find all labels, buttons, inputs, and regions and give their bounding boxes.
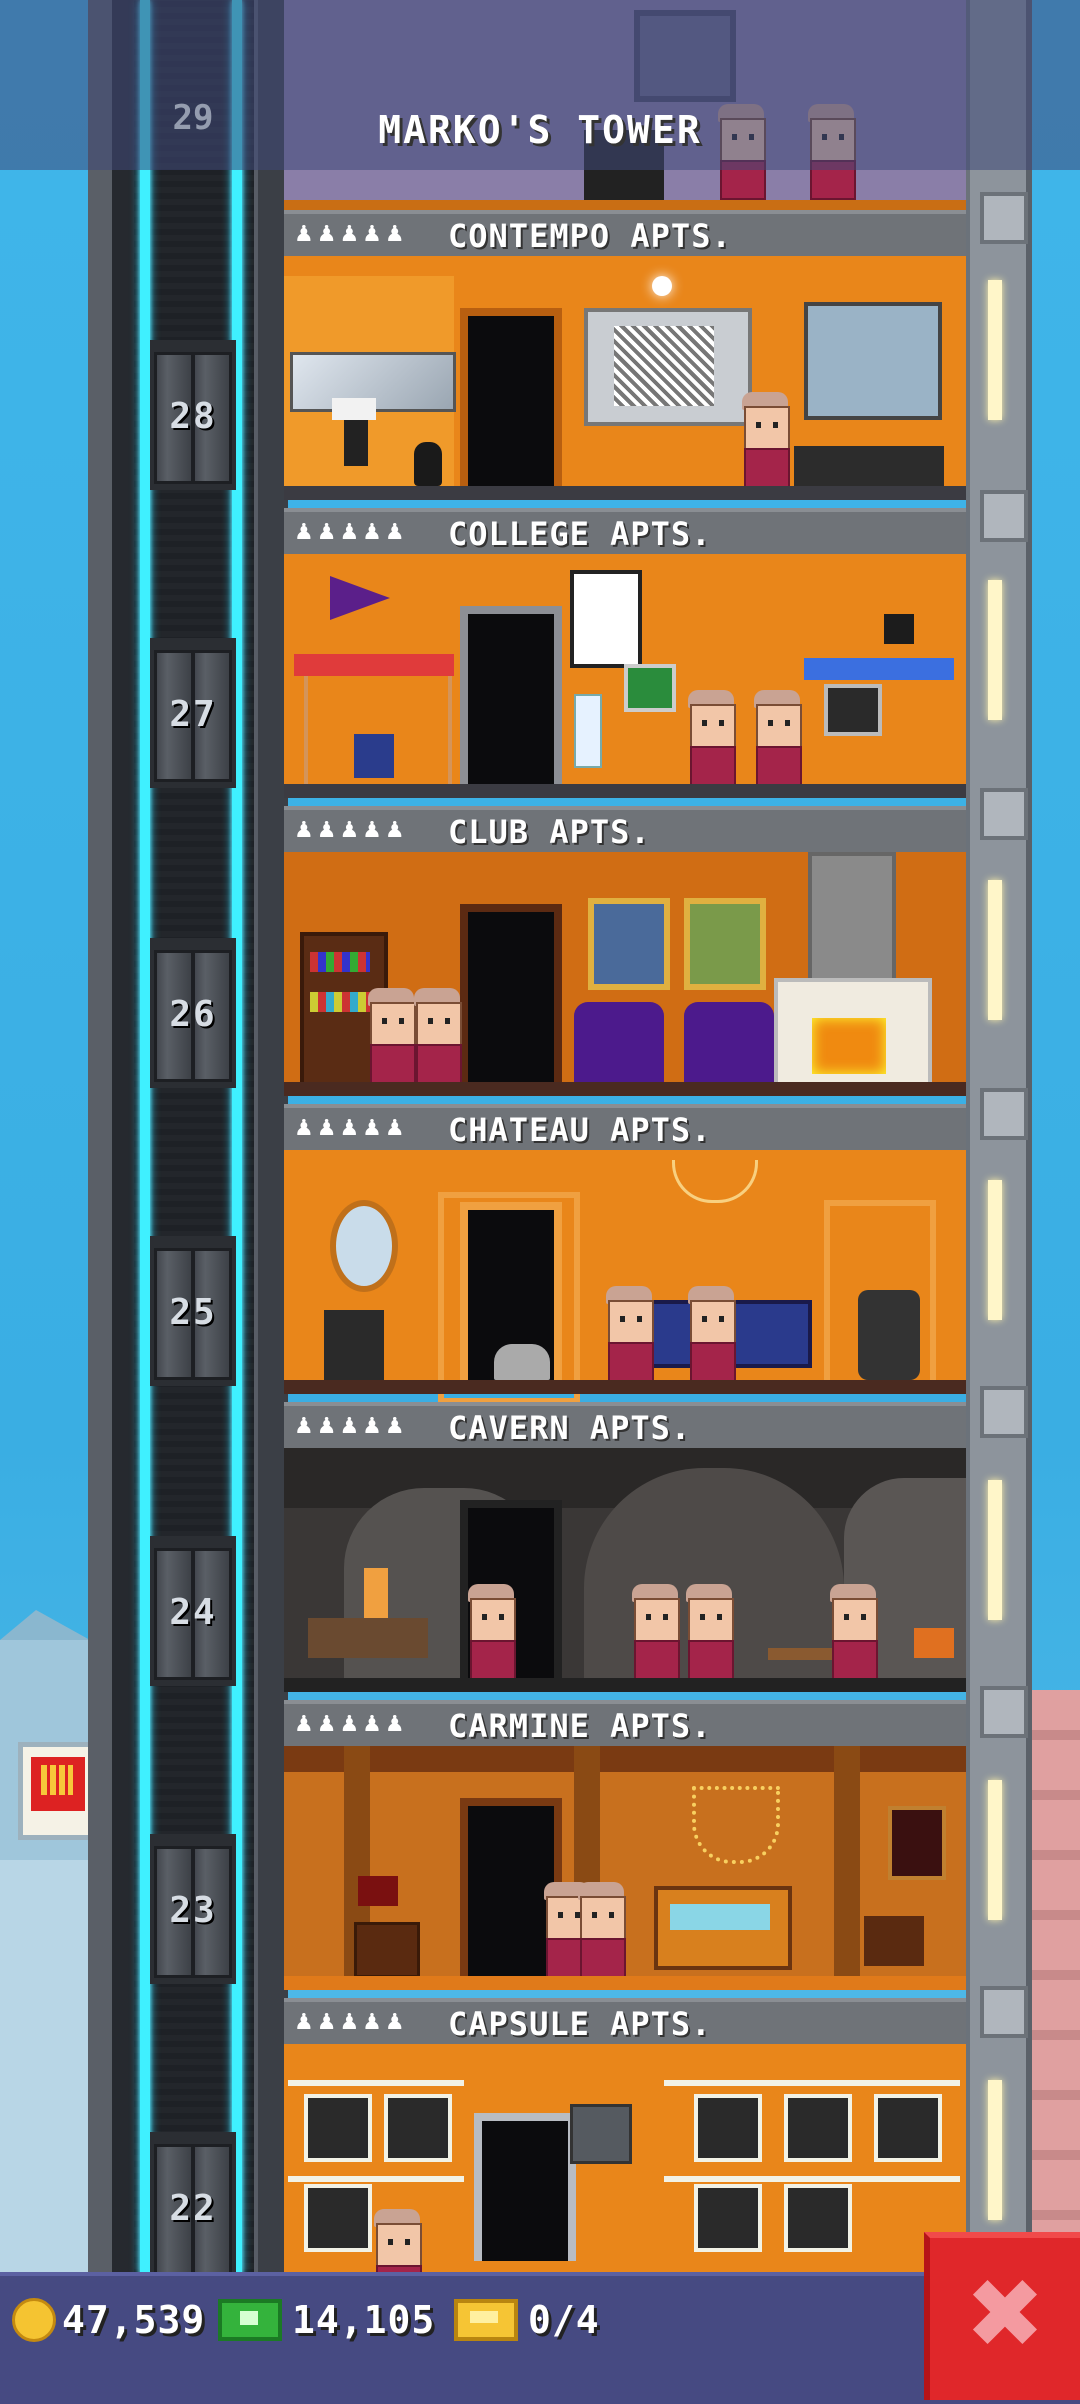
floor-number-22: 22 [169,2188,217,2229]
room-chateau[interactable] [284,1150,966,1404]
apartment-door[interactable] [460,606,562,784]
room-contempo[interactable] [284,256,966,500]
floor-number-27: 27 [169,694,217,735]
room-capsule[interactable] [284,2044,966,2305]
floor-college-apts[interactable]: ♟♟♟♟♟ COLLEGE APTS. [284,508,966,808]
tower-outer-wall [88,0,112,2275]
floor-name: CHATEAU APTS. [448,1111,712,1149]
wall-bracket [980,788,1028,840]
floor-sign: ♟♟♟♟♟ COLLEGE APTS. [284,508,966,558]
floor-number-24: 24 [169,1592,217,1633]
residents-icons: ♟♟♟♟♟ [294,222,408,247]
residents-icons: ♟♟♟♟♟ [294,2010,408,2035]
wall-bracket [980,192,1028,244]
floor-cavern-apts[interactable]: ♟♟♟♟♟ CAVERN APTS. [284,1402,966,1702]
tower-title: MARKO'S TOWER [378,108,702,152]
apartment-door[interactable] [474,2113,576,2261]
floor-contempo-apts[interactable]: ♟♟♟♟♟ CONTEMPO APTS. [284,210,966,510]
apartment-door[interactable] [460,308,562,486]
coins-value: 47,539 [62,2298,206,2342]
wall-bracket [980,1686,1028,1738]
tower-bux-value: 14,105 [292,2298,436,2342]
floor-sign: ♟♟♟♟♟ CARMINE APTS. [284,1700,966,1750]
ticket-icon [454,2299,518,2341]
coins-counter[interactable]: 47,539 [12,2292,205,2348]
tickets-counter[interactable]: 0/4 [454,2292,600,2348]
tickets-value: 0/4 [528,2298,600,2342]
wall-bracket [980,1088,1028,1140]
wall-bracket [980,1386,1028,1438]
room-cavern[interactable] [284,1448,966,1692]
floor-number-26: 26 [169,994,217,1035]
floor-sign: ♟♟♟♟♟ CAPSULE APTS. [284,1998,966,2048]
room-college[interactable] [284,554,966,798]
floor-sign: ♟♟♟♟♟ CHATEAU APTS. [284,1104,966,1154]
residents-icons: ♟♟♟♟♟ [294,1414,408,1439]
wall-bracket [980,1986,1028,2038]
room-club[interactable] [284,852,966,1096]
floor-capsule-apts[interactable]: ♟♟♟♟♟ CAPSULE APTS. [284,1998,966,2305]
tower-bux-icon [218,2299,282,2341]
floor-carmine-apts[interactable]: ♟♟♟♟♟ CARMINE APTS. [284,1700,966,2000]
elevator-cable-left [140,0,150,2275]
room-carmine[interactable] [284,1746,966,1990]
floor-club-apts[interactable]: ♟♟♟♟♟ CLUB APTS. [284,806,966,1106]
floor-name: CAVERN APTS. [448,1409,692,1447]
floor-name: CLUB APTS. [448,813,651,851]
wall-bracket [980,490,1028,542]
residents-icons: ♟♟♟♟♟ [294,1116,408,1141]
shaft-divider [254,0,288,2275]
tower-bux-counter[interactable]: 14,105 [218,2292,435,2348]
fries-billboard [18,1742,98,1840]
floor-number-25: 25 [169,1292,217,1333]
floor-name: CAPSULE APTS. [448,2005,712,2043]
close-button[interactable]: ✖ [924,2232,1080,2400]
floor-chateau-apts[interactable]: ♟♟♟♟♟ CHATEAU APTS. [284,1104,966,1404]
floor-name: CONTEMPO APTS. [448,217,732,255]
close-icon: ✖ [964,2258,1046,2370]
floor-sign: ♟♟♟♟♟ CONTEMPO APTS. [284,210,966,260]
background-building-left-lower [0,1860,90,2300]
floor-number-23: 23 [169,1890,217,1931]
residents-icons: ♟♟♟♟♟ [294,1712,408,1737]
floor-name: CARMINE APTS. [448,1707,712,1745]
floor-sign: ♟♟♟♟♟ CLUB APTS. [284,806,966,856]
residents-icons: ♟♟♟♟♟ [294,818,408,843]
floor-name: COLLEGE APTS. [448,515,712,553]
residents-icons: ♟♟♟♟♟ [294,520,408,545]
apartment-door[interactable] [460,904,562,1082]
floor-sign: ♟♟♟♟♟ CAVERN APTS. [284,1402,966,1452]
tower-inner-wall [112,0,134,2275]
floor-number-28: 28 [169,396,217,437]
coin-icon [12,2298,56,2342]
